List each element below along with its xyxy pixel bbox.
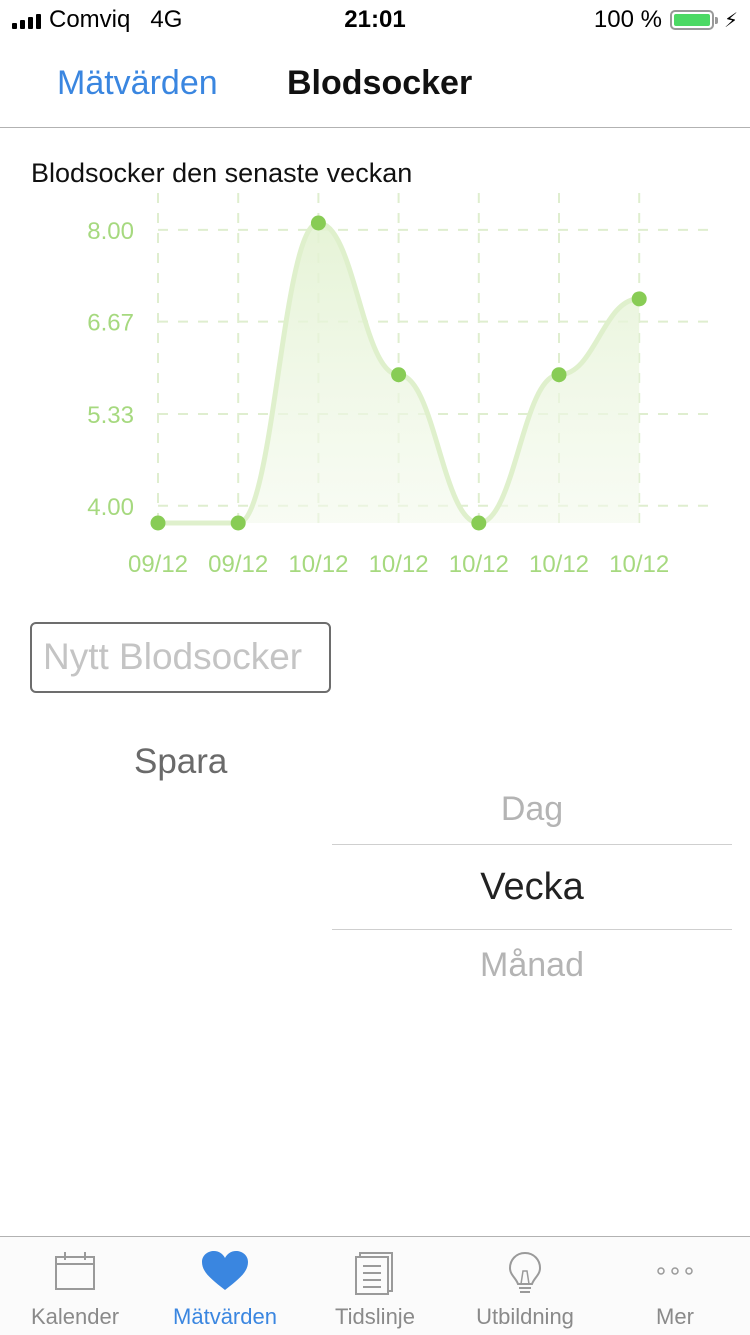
tab-utbildning[interactable]: Utbildning [450, 1237, 600, 1335]
data-point [551, 367, 567, 383]
battery-level [673, 14, 710, 26]
x-tick-label: 09/12 [208, 551, 268, 578]
save-button[interactable]: Spara [134, 742, 227, 782]
blood-sugar-chart: 8.00 6.67 5.33 4.00 09/12 09/12 10/12 10/12 10/1… [87, 193, 712, 578]
data-point [230, 515, 246, 531]
y-tick-label: 5.33 [87, 402, 134, 429]
more-icon [657, 1267, 693, 1275]
status-left: Comviq 4G [12, 6, 182, 34]
picker-divider-bottom [332, 929, 732, 930]
lightbulb-icon [508, 1251, 542, 1293]
status-bar: Comviq 4G 21:01 100 % ⚡︎ [0, 0, 750, 40]
status-right: 100 % ⚡︎ [594, 6, 738, 34]
y-tick-label: 8.00 [87, 218, 134, 245]
calendar-icon [55, 1252, 95, 1290]
data-point [391, 367, 407, 383]
data-point [150, 515, 166, 531]
tab-bar: Kalender Mätvärden Tidslinje Utbildning [0, 1236, 750, 1335]
x-tick-label: 10/12 [288, 551, 348, 578]
navigation-bar: Mätvärden Blodsocker [0, 40, 750, 128]
x-tick-label: 10/12 [369, 551, 429, 578]
tab-tidslinje[interactable]: Tidslinje [300, 1237, 450, 1335]
y-tick-label: 4.00 [87, 494, 134, 521]
new-blood-sugar-input[interactable]: Nytt Blodsocker [30, 622, 331, 693]
tab-label-tidslinje: Tidslinje [335, 1304, 415, 1329]
picker-divider-top [332, 844, 732, 845]
page-title: Blodsocker [287, 64, 473, 102]
signal-icon [12, 11, 41, 29]
battery-percent: 100 % [593, 6, 662, 33]
tab-label-mer: Mer [656, 1304, 694, 1329]
back-button[interactable]: Mätvärden [57, 64, 218, 103]
tab-label-utbildning: Utbildning [476, 1304, 574, 1329]
heart-icon [202, 1251, 248, 1290]
data-point [310, 215, 326, 231]
data-point [471, 515, 487, 531]
x-tick-label: 10/12 [609, 551, 669, 578]
tab-label-kalender: Kalender [30, 1304, 120, 1329]
data-point [631, 291, 647, 307]
picker-option-month[interactable]: Månad [332, 946, 732, 985]
document-icon [355, 1252, 393, 1295]
x-tick-label: 09/12 [128, 551, 188, 578]
x-tick-label: 10/12 [449, 551, 509, 578]
carrier-name: Comviq [49, 6, 131, 33]
tab-mer[interactable]: Mer [600, 1237, 750, 1335]
picker-option-week[interactable]: Vecka [332, 866, 732, 909]
x-tick-label: 10/12 [529, 551, 589, 578]
tab-matvarden[interactable]: Mätvärden [150, 1237, 300, 1335]
y-tick-label: 6.67 [87, 310, 134, 337]
charging-icon: ⚡︎ [723, 9, 738, 32]
network-type: 4G [150, 6, 183, 33]
chart-title: Blodsocker den senaste veckan [31, 158, 413, 188]
picker-option-day[interactable]: Dag [332, 790, 732, 829]
tab-kalender[interactable]: Kalender [0, 1237, 150, 1335]
battery-icon [669, 10, 718, 30]
tab-label-matvarden: Mätvärden [173, 1304, 277, 1329]
